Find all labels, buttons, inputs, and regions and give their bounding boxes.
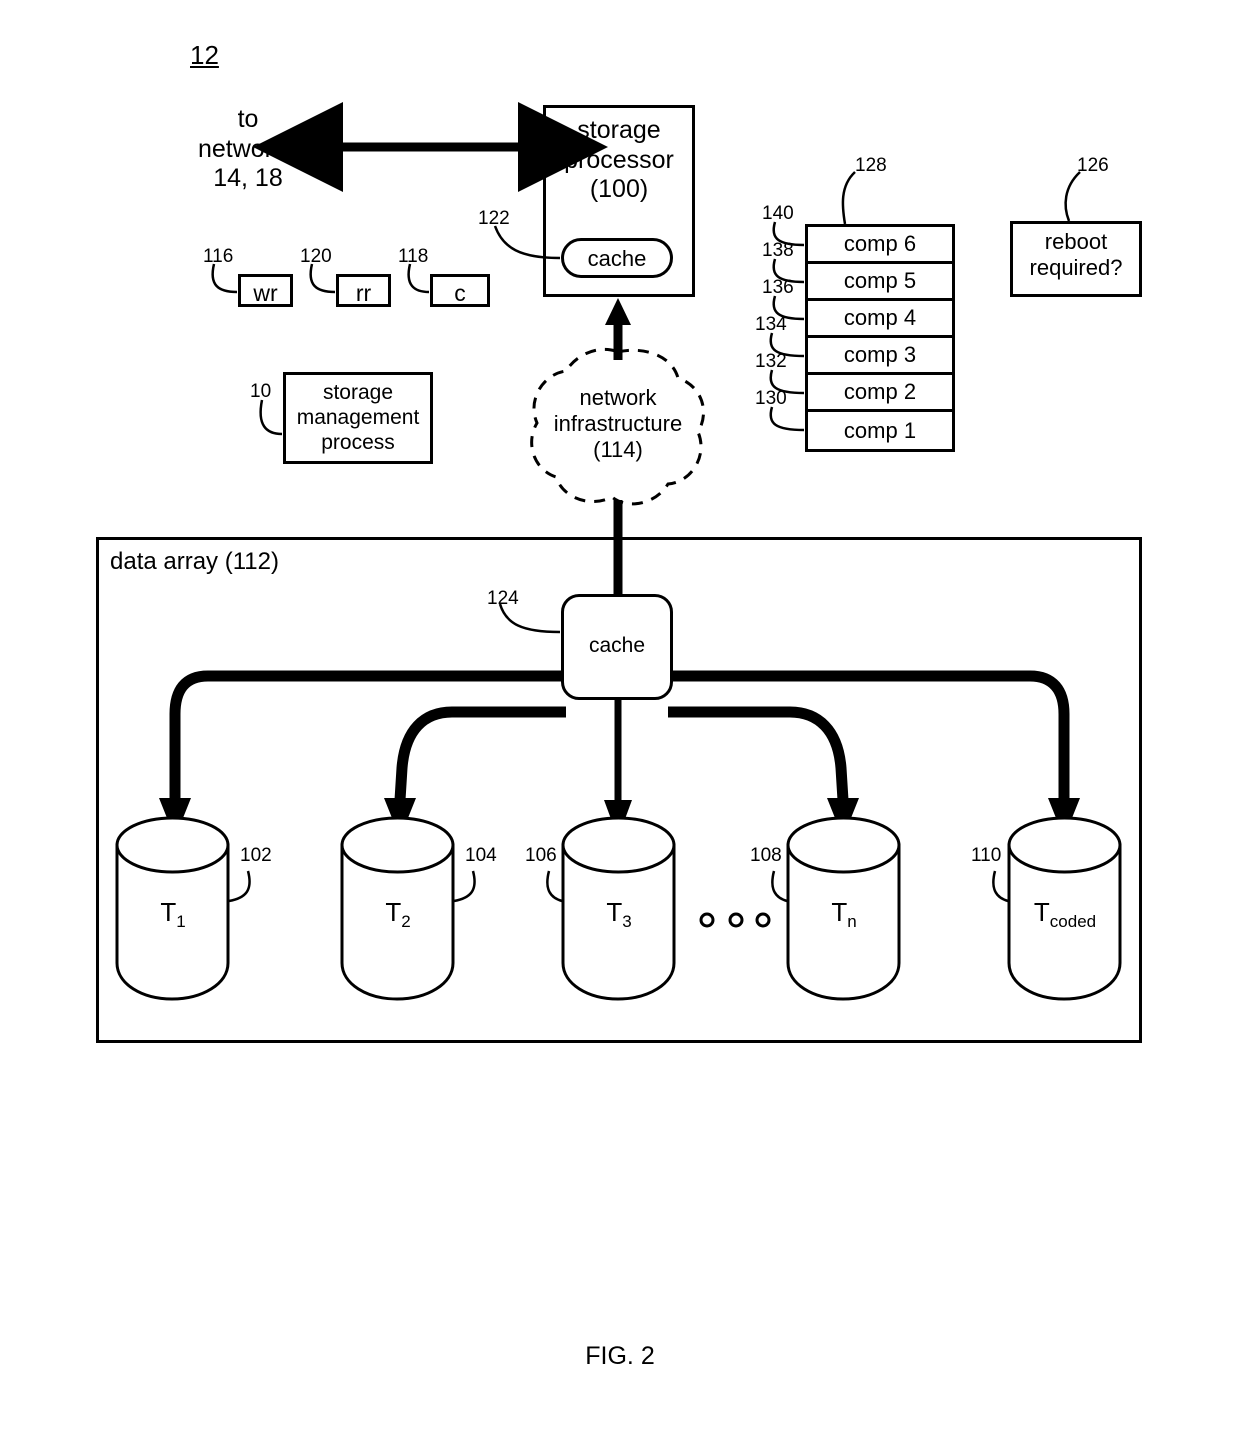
to-networks-label: to networks 14, 18 (197, 105, 299, 192)
ref-number-124: 124 (487, 588, 519, 609)
component-row-1[interactable]: comp 1 (808, 412, 952, 449)
component-row-5[interactable]: comp 5 (808, 264, 952, 301)
ref-number-120: 120 (300, 246, 332, 267)
ref-number-102: 102 (240, 845, 272, 866)
data-array-cache-label: cache (588, 634, 646, 657)
ref-number-110: 110 (971, 845, 1002, 866)
ref-number-128: 128 (855, 155, 887, 176)
leader-130 (769, 406, 805, 432)
rr-request-label: rr (355, 280, 372, 306)
ref-number-134: 134 (755, 314, 787, 335)
c-content-box[interactable]: c (430, 274, 490, 307)
cylinder-label-t2: T2 (385, 897, 411, 932)
storage-processor-cache-label: cache (587, 246, 647, 271)
wr-request-label: wr (253, 280, 278, 306)
storage-processor-label: storage processor (100) (564, 116, 674, 203)
data-array-label: data array (112) (110, 548, 279, 575)
c-content-label: c (454, 280, 466, 306)
component-row-2[interactable]: comp 2 (808, 375, 952, 412)
rr-request-box[interactable]: rr (336, 274, 391, 307)
ref-number-136: 136 (762, 277, 794, 298)
component-row-4[interactable]: comp 4 (808, 301, 952, 338)
ref-number-104: 104 (465, 845, 497, 866)
network-infrastructure-label: network infrastructure (114) (553, 385, 683, 462)
ref-number-116: 116 (203, 246, 234, 267)
component-row-6[interactable]: comp 6 (808, 227, 952, 264)
ref-number-138: 138 (762, 240, 794, 261)
ref-number-126: 126 (1077, 155, 1109, 176)
cloud-to-processor-arrow (605, 298, 631, 360)
figure-number: 12 (190, 40, 219, 70)
patent-figure-page: 12 to networks 14, 18 storage processor … (0, 0, 1240, 1437)
component-stack: comp 6 comp 5 comp 4 comp 3 comp 2 comp … (805, 224, 955, 452)
cylinder-label-tn: Tn (831, 897, 857, 932)
cylinder-label-t3: T3 (606, 897, 632, 932)
ref-number-106: 106 (525, 845, 557, 866)
ref-number-10: 10 (250, 381, 272, 402)
leader-128 (841, 171, 856, 225)
component-row-3[interactable]: comp 3 (808, 338, 952, 375)
figure-caption: FIG. 2 (585, 1342, 655, 1370)
ref-number-118: 118 (398, 246, 429, 267)
leader-10 (259, 399, 283, 436)
ref-number-122: 122 (478, 208, 510, 229)
ref-number-132: 132 (755, 351, 787, 372)
ref-number-140: 140 (762, 203, 794, 224)
ref-number-108: 108 (750, 845, 782, 866)
cylinder-label-t1: T1 (160, 897, 186, 932)
cylinder-label-tcoded: Tcoded (1033, 897, 1097, 932)
reboot-required-label: reboot required? (1029, 229, 1123, 280)
storage-management-process-label: storage management process (296, 381, 420, 454)
wr-request-box[interactable]: wr (238, 274, 293, 307)
ref-number-130: 130 (755, 388, 787, 409)
leader-126 (1064, 171, 1081, 222)
